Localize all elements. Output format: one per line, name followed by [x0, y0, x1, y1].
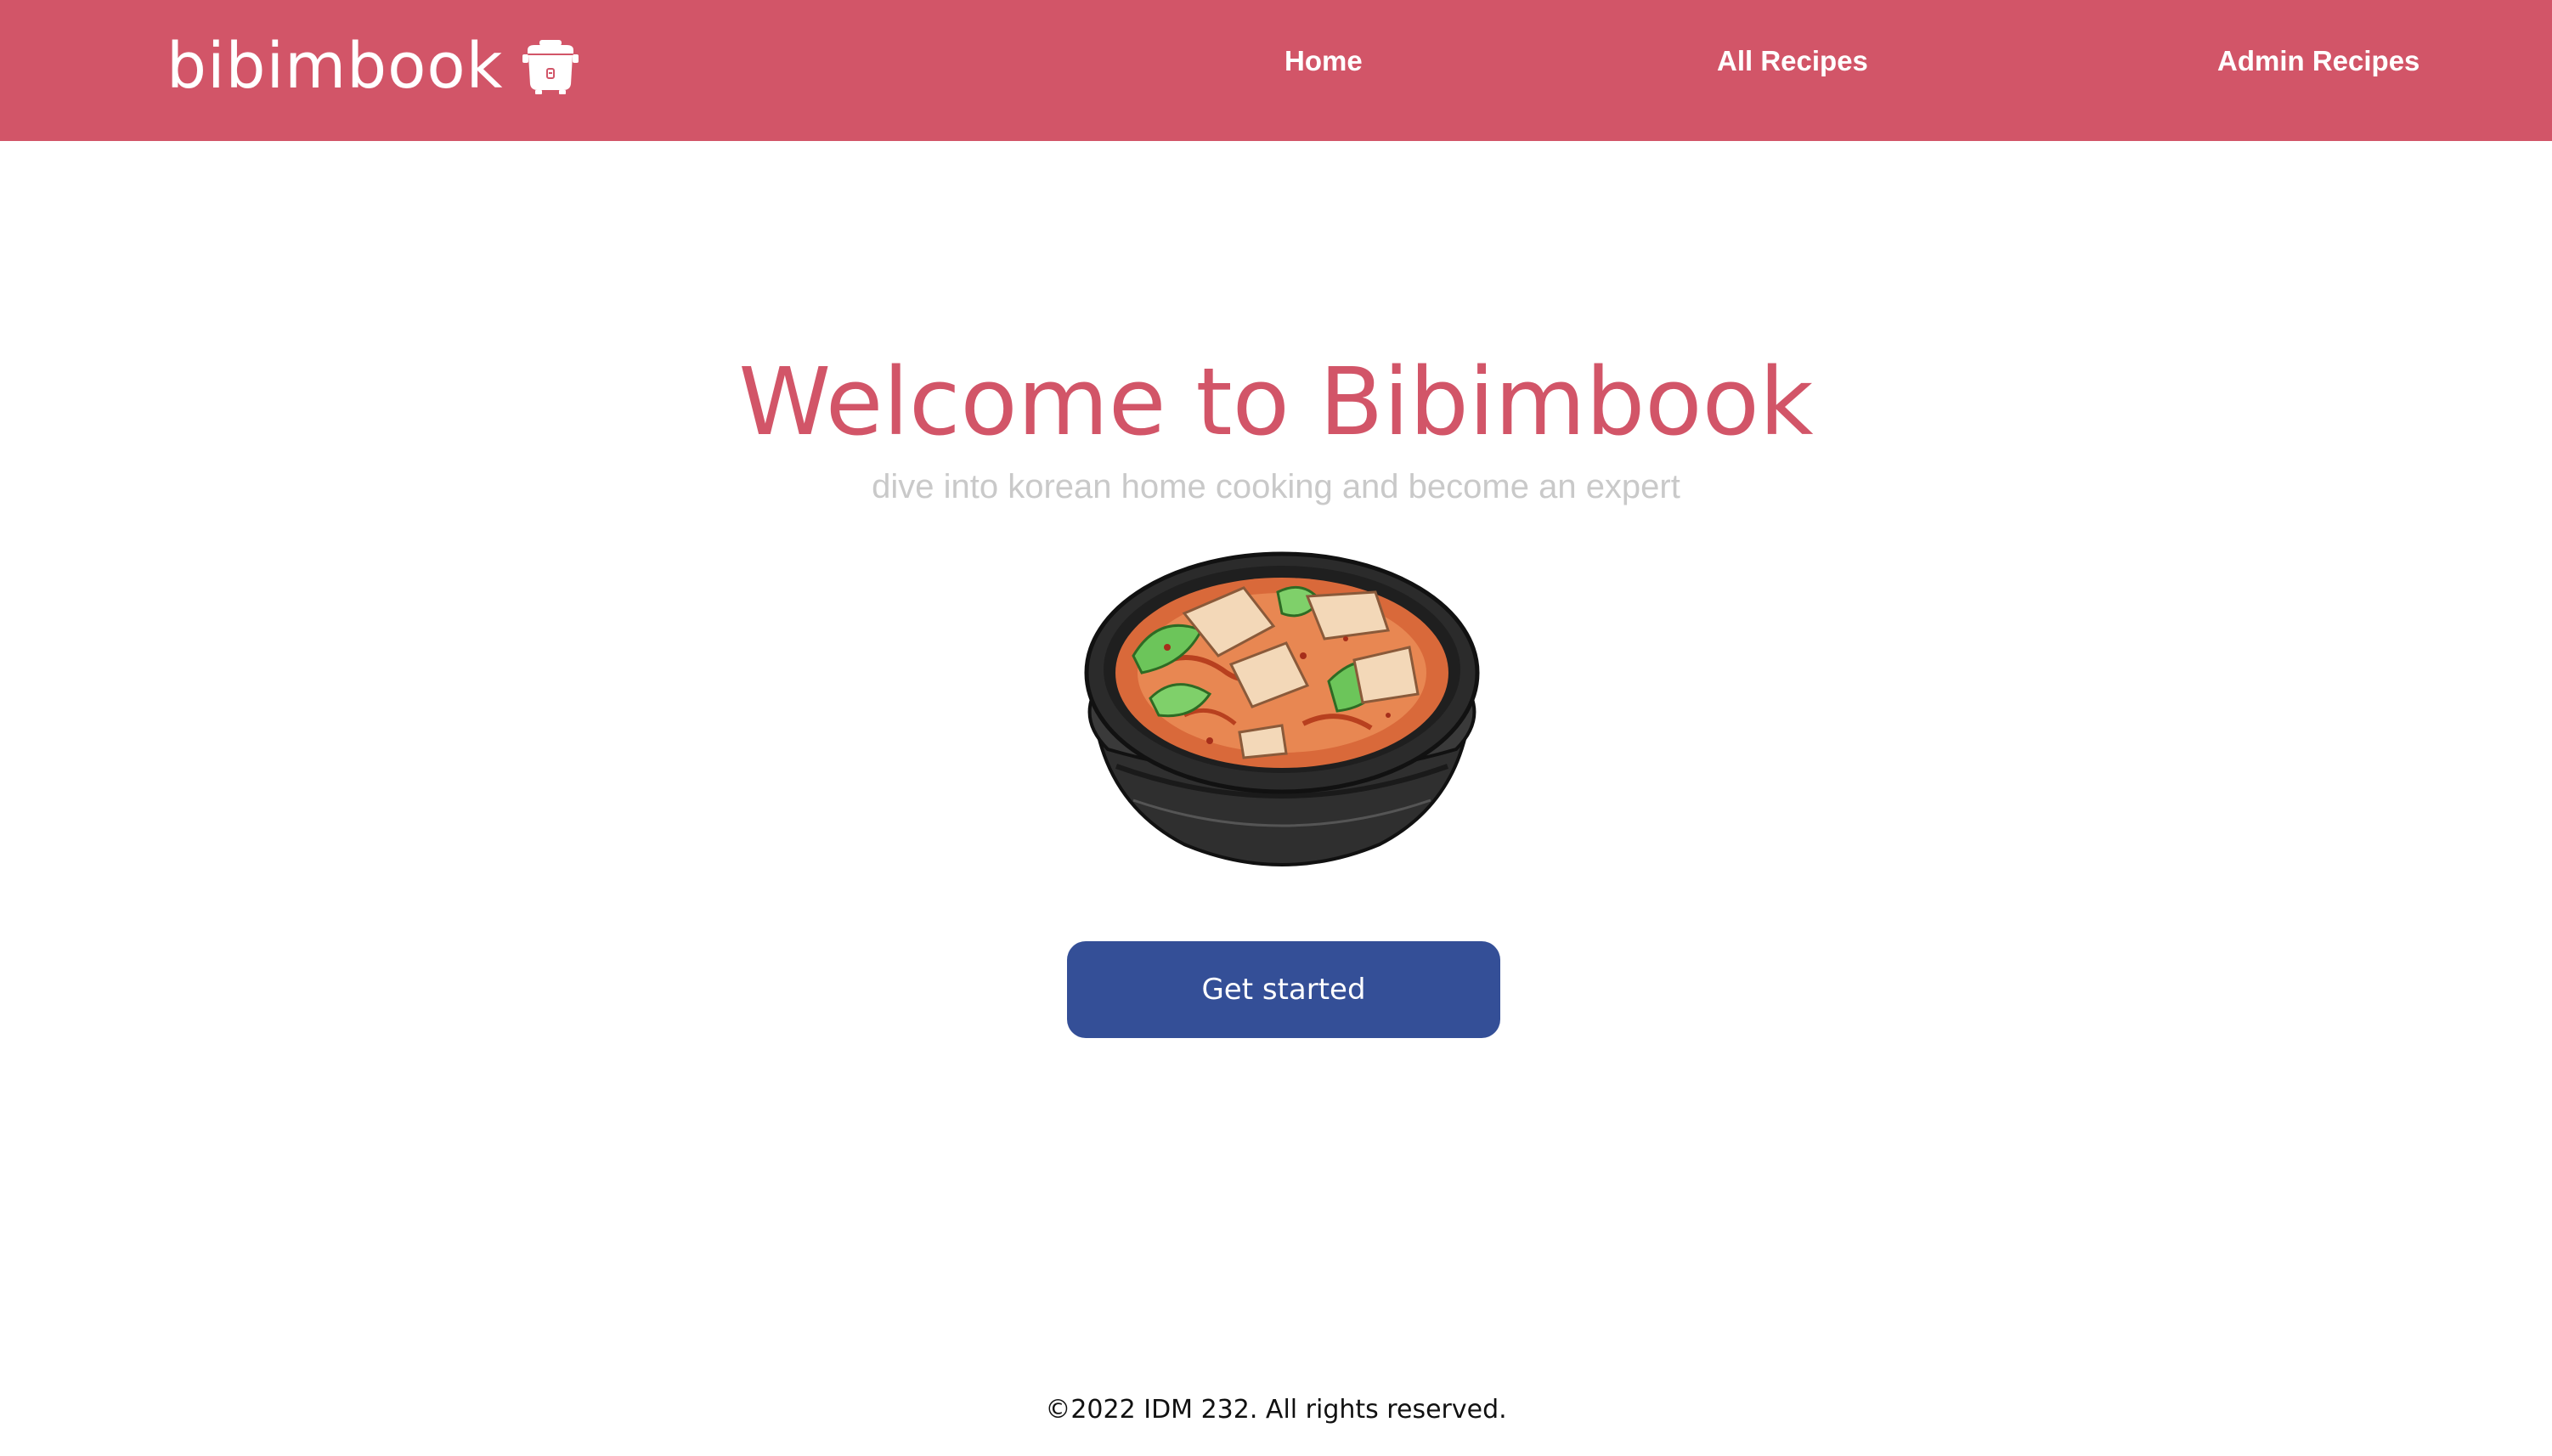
hero-subtitle: dive into korean home cooking and become…	[872, 468, 1680, 505]
rice-cooker-icon	[521, 37, 580, 96]
nav-link-admin-recipes[interactable]: Admin Recipes	[2217, 44, 2419, 78]
site-header: bibimbook Home All Recipes Admin Recipes	[0, 0, 2552, 141]
footer-copyright: ©2022 IDM 232. All rights reserved.	[1045, 1395, 1507, 1425]
page: bibimbook Home All Recipes Admin Recipes…	[0, 0, 2552, 1456]
hero-title: Welcome to Bibimbook	[738, 347, 1814, 456]
brand-logo-link[interactable]: bibimbook	[167, 24, 580, 109]
stew-bowl-illustration	[1082, 545, 1482, 875]
nav-link-home[interactable]: Home	[1284, 44, 1363, 78]
get-started-button[interactable]: Get started	[1067, 941, 1500, 1038]
brand-name: bibimbook	[167, 30, 504, 103]
nav-link-all-recipes[interactable]: All Recipes	[1717, 44, 1868, 78]
